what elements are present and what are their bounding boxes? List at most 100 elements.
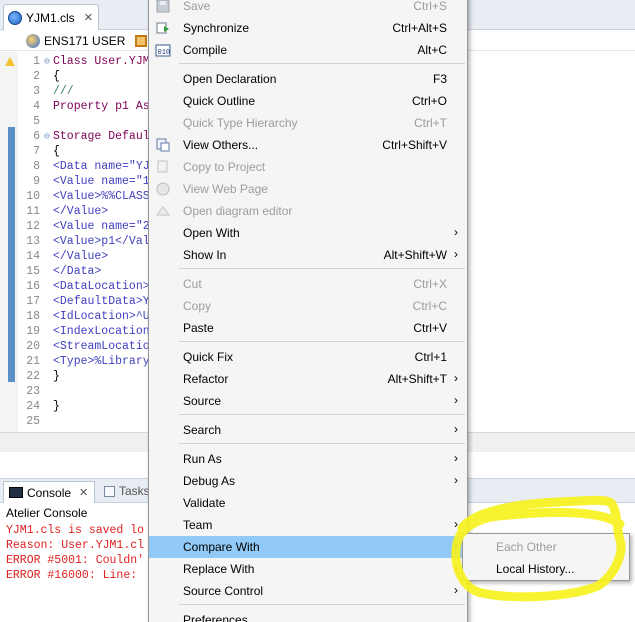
line-number: 3 [33,85,40,98]
menu-item-quick-outline[interactable]: Quick Outline Ctrl+O [149,90,467,112]
line-number: 6 [33,130,40,143]
code-text: { [53,145,60,158]
code-text: <Type>%Library. [53,355,157,368]
console-line: ERROR #5001: Couldn' [6,554,145,567]
chevron-right-icon: › [454,247,458,261]
close-icon[interactable]: ✕ [79,486,88,499]
code-text: <Data name="YJM [53,160,157,173]
menu-item-save[interactable]: Save Ctrl+S [149,0,467,17]
menu-item-source-control[interactable]: Source Control › [149,580,467,602]
menu-item-source[interactable]: Source › [149,390,467,412]
breadcrumb-namespace[interactable]: ENS171 USER [44,34,125,48]
package-icon[interactable] [135,35,147,47]
menu-item-open-declaration[interactable]: Open Declaration F3 [149,68,467,90]
line-number: 2 [33,70,40,83]
web-page-icon [155,181,171,197]
line-number: 18 [26,310,40,323]
chevron-right-icon: › [454,225,458,239]
chevron-right-icon: › [454,473,458,487]
editor-ruler [0,52,18,432]
code-text: { [53,70,60,83]
code-text: <IndexLocation> [53,325,157,338]
console-tab-label: Console [27,485,72,500]
code-text: <Value name="1" [53,175,157,188]
code-text: } [53,400,60,413]
menu-separator [179,268,465,269]
tab-tasks[interactable]: Tasks [104,484,150,498]
line-number: 4 [33,100,40,113]
line-number: 16 [26,280,40,293]
menu-item-debug-as[interactable]: Debug As › [149,470,467,492]
menu-item-paste[interactable]: Paste Ctrl+V [149,317,467,339]
console-line: ERROR #16000: Line: [6,569,138,582]
menu-item-validate[interactable]: Validate [149,492,467,514]
line-number: 15 [26,265,40,278]
menu-item-team[interactable]: Team › [149,514,467,536]
chevron-right-icon: › [454,583,458,597]
menu-item-compile[interactable]: 010 Compile Alt+C [149,39,467,61]
menu-item-cut[interactable]: Cut Ctrl+X [149,273,467,295]
menu-item-quick-fix[interactable]: Quick Fix Ctrl+1 [149,346,467,368]
menu-item-open-diagram-editor[interactable]: Open diagram editor [149,200,467,222]
menu-item-quick-type-hierarchy[interactable]: Quick Type Hierarchy Ctrl+T [149,112,467,134]
menu-separator [179,341,465,342]
code-text: <IdLocation>^Us [53,310,157,323]
chevron-right-icon: › [454,422,458,436]
code-text: Storage Default [53,130,157,143]
change-marker [8,127,15,382]
save-icon [155,0,171,14]
code-text: } [53,370,60,383]
menu-item-view-web-page[interactable]: View Web Page [149,178,467,200]
svg-text:010: 010 [158,49,171,57]
view-others-icon [155,137,171,153]
menu-item-open-with[interactable]: Open With › [149,222,467,244]
menu-separator [179,63,465,64]
editor-tab-yjm1[interactable]: YJM1.cls ✕ [3,4,99,30]
context-menu: Save Ctrl+S Synchronize Ctrl+Alt+S 010 C… [148,0,468,622]
chevron-right-icon: › [454,517,458,531]
chevron-right-icon: › [454,561,458,575]
menu-item-search[interactable]: Search › [149,419,467,441]
line-number: 9 [33,175,40,188]
code-text: <Value>%%CLASSN [53,190,157,203]
menu-item-copy-to-project[interactable]: Copy to Project [149,156,467,178]
code-text: <Value name="2" [53,220,157,233]
editor-tab-label: YJM1.cls [26,10,75,25]
console-line: YJM1.cls is saved lo [6,524,145,537]
menu-item-view-others[interactable]: View Others... Ctrl+Shift+V [149,134,467,156]
code-text: /// [53,85,74,98]
menu-item-synchronize[interactable]: Synchronize Ctrl+Alt+S [149,17,467,39]
compare-with-submenu: Each Other Local History... [462,533,630,581]
menu-item-replace-with[interactable]: Replace With › [149,558,467,580]
line-number: 7 [33,145,40,158]
submenu-item-each-other[interactable]: Each Other [463,536,629,558]
code-text: <StreamLocation [53,340,157,353]
tab-console[interactable]: Console ✕ [3,481,95,503]
line-number: 13 [26,235,40,248]
code-text: </Data> [53,265,102,278]
code-text: <Value>p1</Valu [53,235,157,248]
menu-item-run-as[interactable]: Run As › [149,448,467,470]
tasks-icon [104,485,115,497]
console-line: Reason: User.YJM1.cl [6,539,145,552]
menu-item-copy[interactable]: Copy Ctrl+C [149,295,467,317]
line-number: 21 [26,355,40,368]
namespace-icon [26,34,40,48]
chevron-right-icon: › [454,539,458,553]
tasks-tab-label: Tasks [119,484,150,498]
line-number: 23 [26,385,40,398]
menu-item-show-in[interactable]: Show In Alt+Shift+W › [149,244,467,266]
compile-icon: 010 [155,42,171,58]
line-number: 11 [26,205,40,218]
code-text: </Value> [53,250,109,263]
close-icon[interactable]: ✕ [84,11,93,24]
menu-item-compare-with[interactable]: Compare With › [149,536,467,558]
menu-item-refactor[interactable]: Refactor Alt+Shift+T › [149,368,467,390]
fold-toggle-icon[interactable]: ⊖ [44,130,53,145]
menu-item-preferences[interactable]: Preferences... [149,609,467,622]
fold-toggle-icon[interactable]: ⊖ [44,55,53,70]
warning-icon [5,57,15,66]
line-number: 10 [26,190,40,203]
line-number: 12 [26,220,40,233]
submenu-item-local-history[interactable]: Local History... [463,558,629,580]
